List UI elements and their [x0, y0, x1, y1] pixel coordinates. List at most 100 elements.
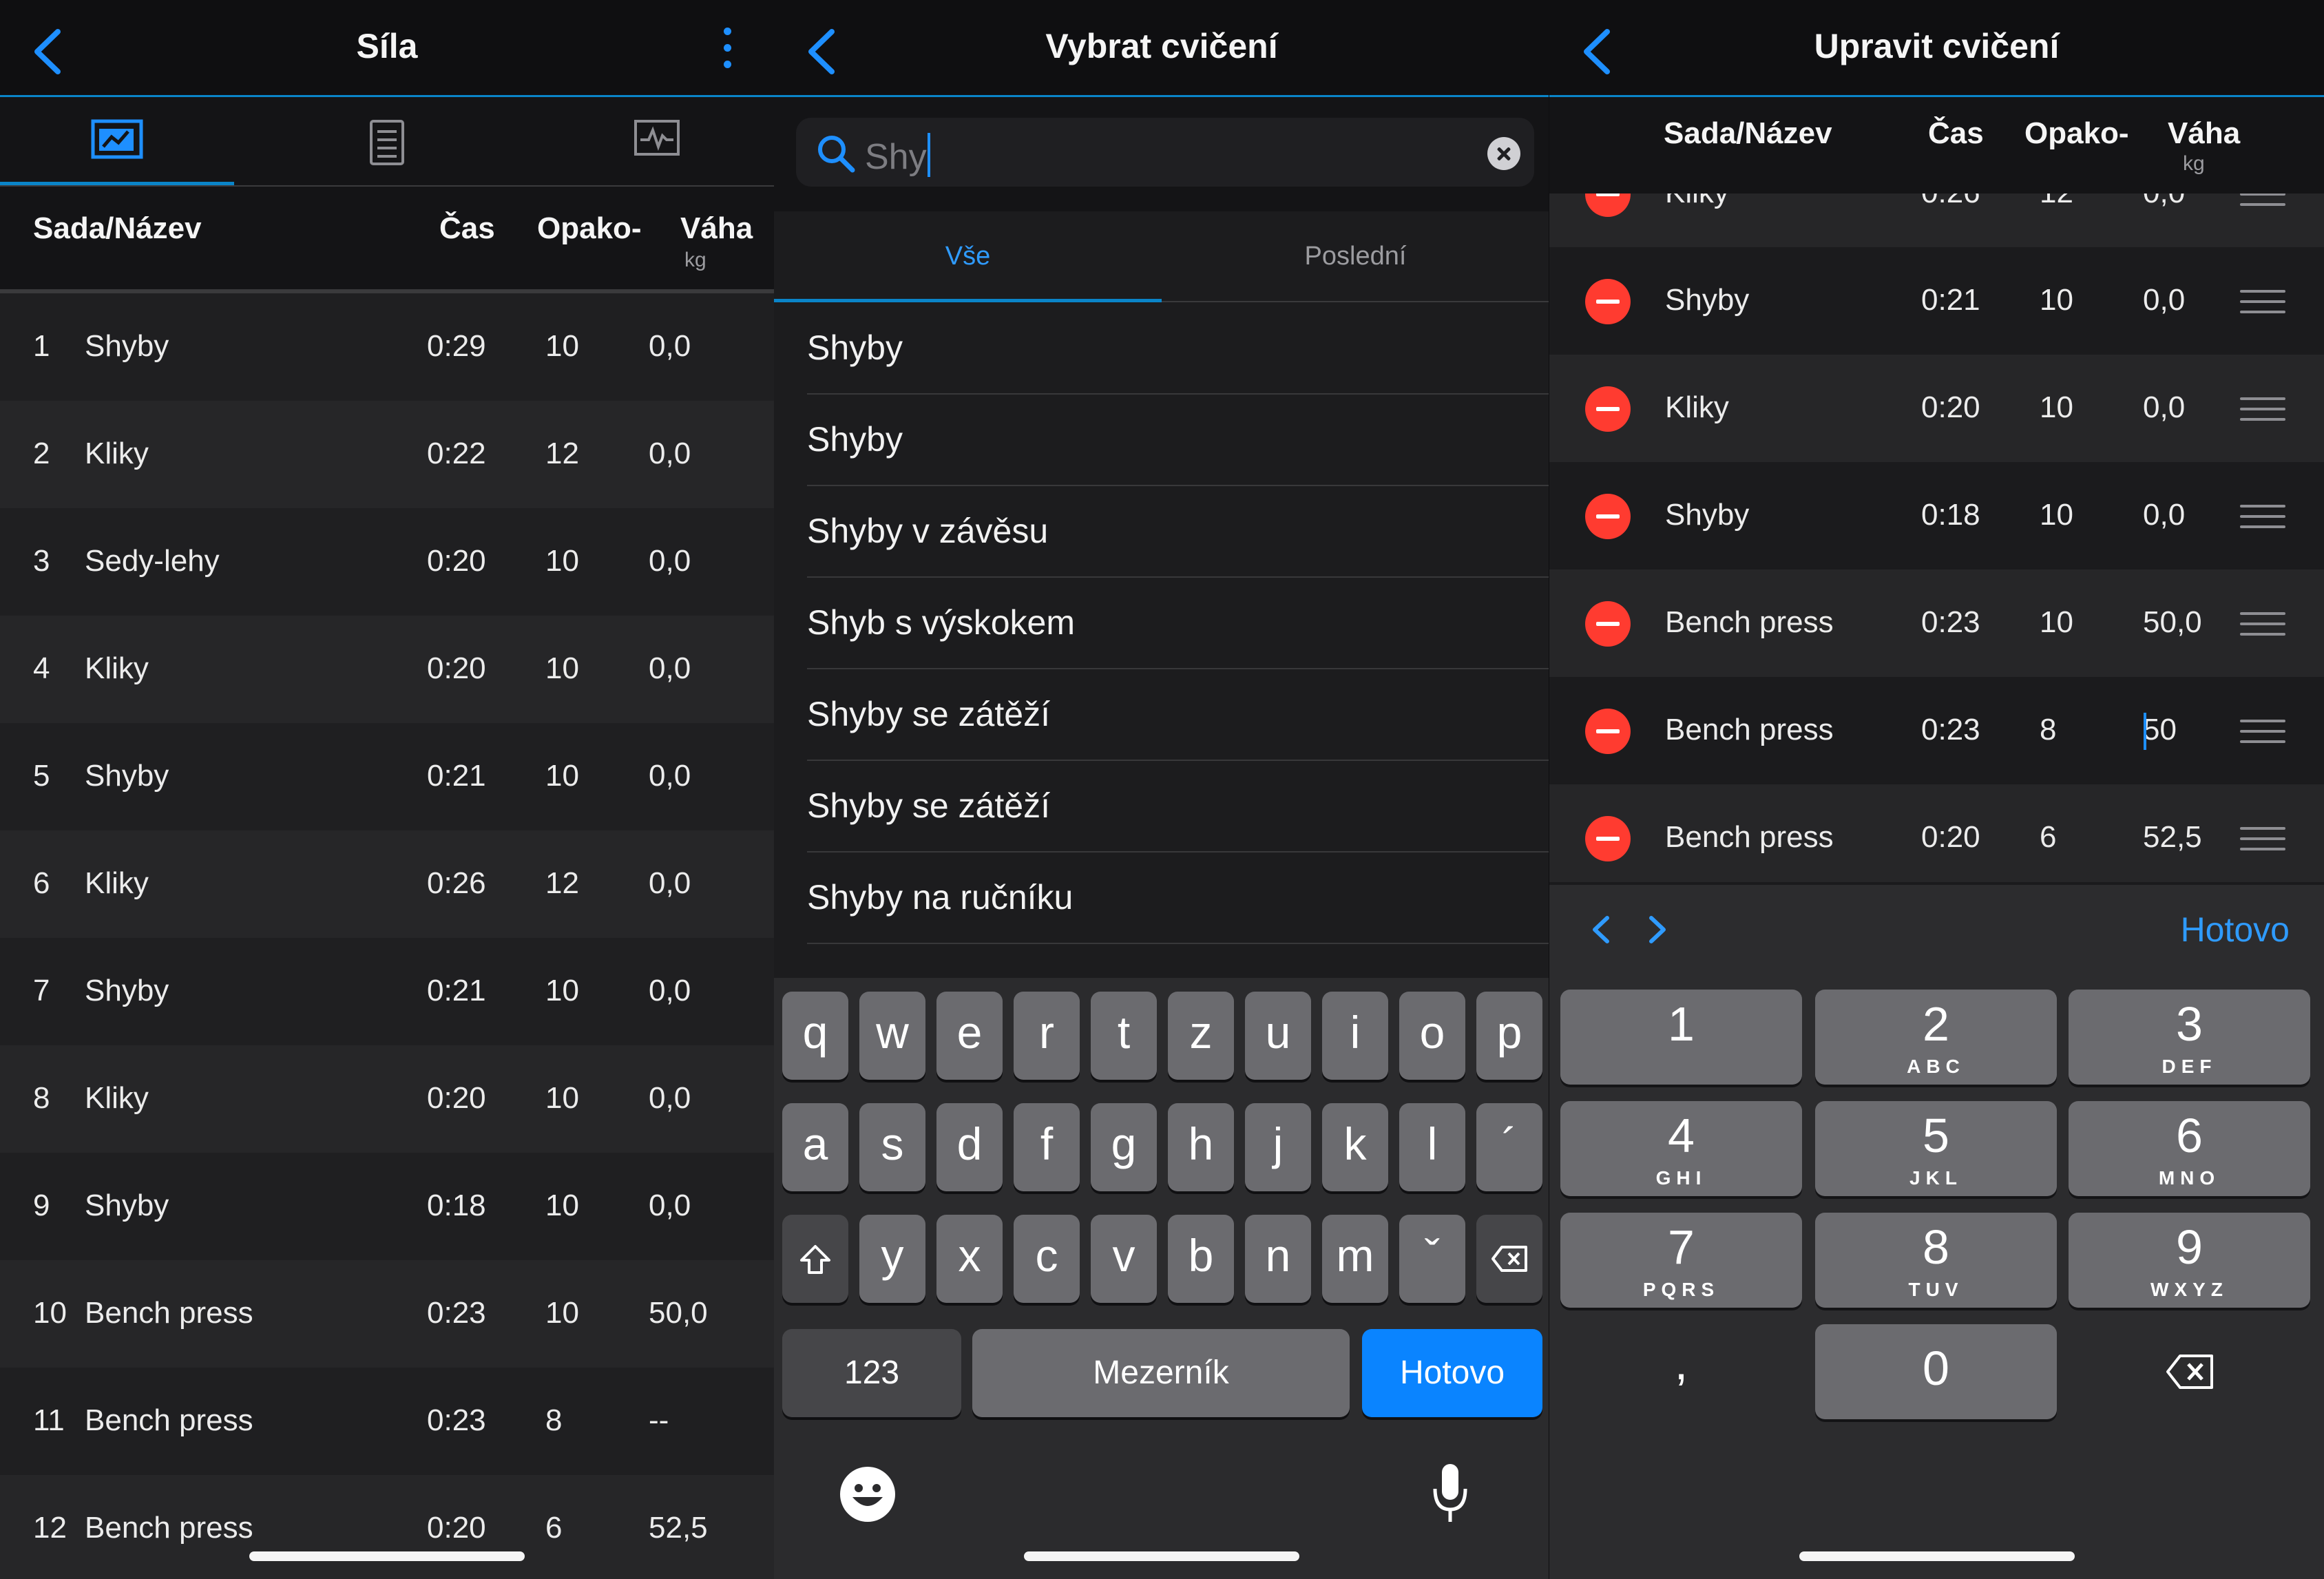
tab-exercises[interactable] — [0, 97, 234, 185]
reorder-handle-icon[interactable] — [2240, 194, 2285, 213]
list-item[interactable]: Shyby — [807, 303, 1549, 395]
previous-field-chevron-icon[interactable] — [1589, 914, 1613, 945]
set-weight[interactable]: 0,0 — [2143, 283, 2185, 317]
delete-minus-icon[interactable] — [1585, 601, 1631, 647]
numpad-key-9[interactable]: 9 WXYZ — [2069, 1213, 2310, 1308]
list-item[interactable]: Shyby v závěsu — [807, 486, 1549, 578]
key-t[interactable]: t — [1091, 992, 1157, 1080]
table-row[interactable]: 9 Shyby 0:18 10 0,0 — [0, 1153, 774, 1260]
set-reps[interactable]: 12 — [2040, 194, 2073, 210]
key-w[interactable]: w — [859, 992, 925, 1080]
set-weight[interactable]: 0,0 — [2143, 498, 2185, 532]
key-g[interactable]: g — [1091, 1103, 1157, 1191]
key-l[interactable]: l — [1399, 1103, 1465, 1191]
key-q[interactable]: q — [782, 992, 848, 1080]
reorder-handle-icon[interactable] — [2240, 505, 2285, 536]
numpad-key-7[interactable]: 7 PQRS — [1560, 1213, 1802, 1308]
done-key[interactable]: Hotovo — [1362, 1329, 1542, 1417]
key-acute[interactable]: ´ — [1476, 1103, 1542, 1191]
key-f[interactable]: f — [1014, 1103, 1080, 1191]
list-item[interactable]: Shyb s výskokem — [807, 578, 1549, 669]
space-key[interactable]: Mezerník — [972, 1329, 1350, 1417]
table-row[interactable]: Bench press 0:20 6 52,5 — [1549, 784, 2324, 882]
table-row[interactable]: 2 Kliky 0:22 12 0,0 — [0, 401, 774, 508]
table-row[interactable]: 11 Bench press 0:23 8 -- — [0, 1368, 774, 1475]
set-reps[interactable]: 10 — [2040, 390, 2073, 425]
key-k[interactable]: k — [1322, 1103, 1388, 1191]
shift-key[interactable] — [782, 1215, 848, 1303]
key-p[interactable]: p — [1476, 992, 1542, 1080]
set-weight[interactable]: 0,0 — [2143, 390, 2185, 425]
key-h[interactable]: h — [1168, 1103, 1234, 1191]
numpad-key-comma[interactable]: , — [1560, 1324, 1802, 1419]
set-reps[interactable]: 10 — [2040, 605, 2073, 640]
numpad-key-6[interactable]: 6 MNO — [2069, 1101, 2310, 1196]
table-row[interactable]: 7 Shyby 0:21 10 0,0 — [0, 938, 774, 1045]
reorder-handle-icon[interactable] — [2240, 612, 2285, 643]
table-row[interactable]: 12 Bench press 0:20 6 52,5 — [0, 1475, 774, 1579]
list-item[interactable]: Shyby na ručníku — [807, 853, 1549, 944]
segment-recent[interactable]: Poslední — [1162, 211, 1549, 301]
key-o[interactable]: o — [1399, 992, 1465, 1080]
key-v[interactable]: v — [1091, 1215, 1157, 1303]
table-row[interactable]: Kliky 0:20 10 0,0 — [1549, 355, 2324, 462]
set-weight[interactable]: 50,0 — [2143, 605, 2202, 640]
key-n[interactable]: n — [1245, 1215, 1311, 1303]
segment-all[interactable]: Vše — [774, 211, 1162, 302]
key-c[interactable]: c — [1014, 1215, 1080, 1303]
backspace-key[interactable] — [1476, 1215, 1542, 1303]
numpad-key-5[interactable]: 5 JKL — [1815, 1101, 2057, 1196]
tab-chart[interactable] — [540, 97, 774, 185]
delete-minus-icon[interactable] — [1585, 194, 1631, 217]
list-item[interactable]: Shyby — [807, 395, 1549, 486]
set-weight[interactable]: 0,0 — [2143, 194, 2185, 210]
key-x[interactable]: x — [936, 1215, 1003, 1303]
key-d[interactable]: d — [936, 1103, 1003, 1191]
numpad-key-4[interactable]: 4 GHI — [1560, 1101, 1802, 1196]
table-row[interactable]: 8 Kliky 0:20 10 0,0 — [0, 1045, 774, 1153]
numpad-backspace-key[interactable] — [2069, 1324, 2310, 1419]
numpad-key-0[interactable]: 0 — [1815, 1324, 2057, 1419]
table-row[interactable]: 10 Bench press 0:23 10 50,0 — [0, 1260, 774, 1368]
delete-minus-icon[interactable] — [1585, 816, 1631, 861]
clear-search-icon[interactable] — [1487, 137, 1520, 170]
set-weight[interactable]: 52,5 — [2143, 820, 2202, 855]
tab-summary[interactable] — [270, 97, 504, 185]
key-b[interactable]: b — [1168, 1215, 1234, 1303]
more-options-icon[interactable] — [719, 28, 735, 77]
table-row[interactable]: 5 Shyby 0:21 10 0,0 — [0, 723, 774, 830]
emoji-icon[interactable] — [839, 1465, 897, 1523]
set-reps[interactable]: 10 — [2040, 498, 2073, 532]
set-reps[interactable]: 6 — [2040, 820, 2056, 855]
key-m[interactable]: m — [1322, 1215, 1388, 1303]
delete-minus-icon[interactable] — [1585, 386, 1631, 432]
home-indicator[interactable] — [1799, 1551, 2075, 1561]
search-input[interactable]: Shy — [796, 118, 1534, 187]
set-reps[interactable]: 8 — [2040, 713, 2056, 747]
delete-minus-icon[interactable] — [1585, 279, 1631, 324]
next-field-chevron-icon[interactable] — [1646, 914, 1669, 945]
numpad-key-3[interactable]: 3 DEF — [2069, 990, 2310, 1085]
table-row[interactable]: Shyby 0:21 10 0,0 — [1549, 247, 2324, 355]
key-y[interactable]: y — [859, 1215, 925, 1303]
accessory-done-button[interactable]: Hotovo — [2181, 910, 2290, 950]
key-a[interactable]: a — [782, 1103, 848, 1191]
table-row[interactable]: Bench press 0:23 10 50,0 — [1549, 569, 2324, 677]
key-j[interactable]: j — [1245, 1103, 1311, 1191]
home-indicator[interactable] — [249, 1551, 525, 1561]
key-caron[interactable]: ˇ — [1399, 1215, 1465, 1303]
reorder-handle-icon[interactable] — [2240, 397, 2285, 428]
key-u[interactable]: u — [1245, 992, 1311, 1080]
reorder-handle-icon[interactable] — [2240, 720, 2285, 751]
microphone-icon[interactable] — [1430, 1461, 1471, 1527]
numpad-key-2[interactable]: 2 ABC — [1815, 990, 2057, 1085]
delete-minus-icon[interactable] — [1585, 709, 1631, 754]
numbers-key[interactable]: 123 — [782, 1329, 961, 1417]
numpad-key-1[interactable]: 1 — [1560, 990, 1802, 1085]
key-z[interactable]: z — [1168, 992, 1234, 1080]
table-row[interactable]: 1 Shyby 0:29 10 0,0 — [0, 293, 774, 401]
table-row[interactable]: 4 Kliky 0:20 10 0,0 — [0, 616, 774, 723]
list-item[interactable]: Shyby se zátěží — [807, 669, 1549, 761]
numpad-key-8[interactable]: 8 TUV — [1815, 1213, 2057, 1308]
table-row[interactable]: 3 Sedy-lehy 0:20 10 0,0 — [0, 508, 774, 616]
